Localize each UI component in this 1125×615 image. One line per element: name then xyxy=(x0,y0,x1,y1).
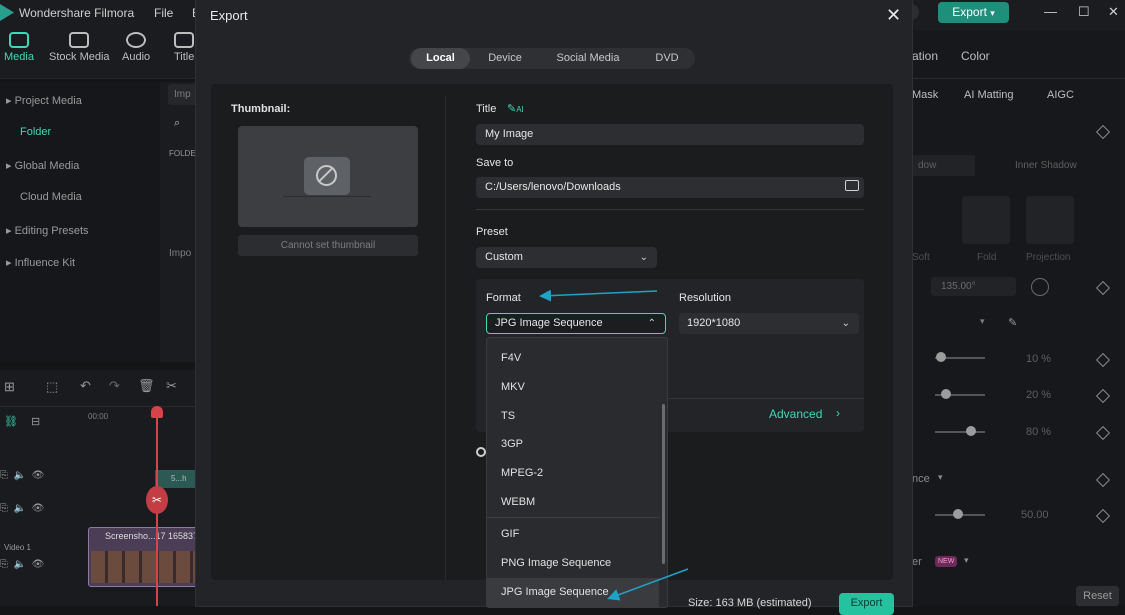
annotation-arrows xyxy=(539,289,689,601)
arrow-to-format-label xyxy=(539,289,658,302)
arrow-to-jpg-option xyxy=(607,568,689,601)
